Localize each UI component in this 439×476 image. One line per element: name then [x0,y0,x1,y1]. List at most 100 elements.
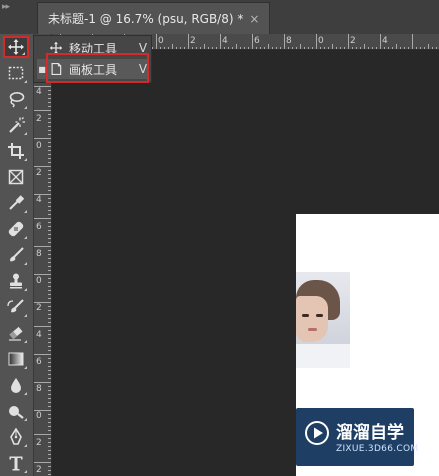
submenu-indicator [24,340,27,343]
watermark-title: 溜溜自学 [336,423,404,443]
type-icon [9,456,23,471]
watermark-subtitle: ZIXUE.3D66.COM [336,444,419,454]
play-logo-icon [305,421,329,445]
brush-tool[interactable] [3,244,29,266]
submenu-indicator [24,132,27,135]
artboard-icon [51,62,62,76]
submenu-indicator [24,236,27,239]
ruler-label: 8 [36,249,42,259]
stamp-icon [10,273,22,289]
submenu-indicator [24,366,27,369]
ruler-label: 0 [36,411,42,421]
ruler-label: 6 [36,222,42,232]
ruler-label: 4 [36,330,42,340]
lasso-tool[interactable] [3,88,29,110]
eyedropper-icon [9,195,25,210]
gradient-icon [8,352,24,366]
move-tool[interactable] [3,36,29,58]
crop-icon [8,143,24,159]
ruler-label: 8 [36,384,42,394]
submenu-indicator [24,158,27,161]
healing-brush-icon [8,221,24,237]
tool-flyout-menu: 移动工具 V ■ 画板工具 V [33,35,152,83]
flyout-item-shortcut: V [138,62,148,76]
watermark: 溜溜自学 ZIXUE.3D66.COM [296,408,418,466]
submenu-indicator [24,444,27,447]
submenu-indicator [24,288,27,291]
submenu-indicator [24,392,27,395]
submenu-indicator [24,106,27,109]
stamp-tool[interactable] [3,270,29,292]
portrait-face [296,296,328,342]
flyout-item-shortcut: V [138,41,148,55]
ruler-label: 0 [36,276,42,286]
flyout-item-move-tool[interactable]: 移动工具 V [37,38,149,58]
gradient-tool[interactable] [3,348,29,370]
history-brush-tool[interactable] [3,296,29,318]
ruler-label: 4 [36,195,42,205]
dodge-tool[interactable] [3,400,29,422]
ruler-label: 0 [36,141,42,151]
flyout-item-label: 画板工具 [69,62,118,77]
tools-panel [0,34,34,476]
ruler-label: 0 [318,36,324,46]
frame-tool[interactable] [3,166,29,188]
ruler-label: 2 [350,36,356,46]
submenu-indicator [22,52,25,55]
ruler-label: 6 [36,357,42,367]
vertical-ruler-ticks: 6420246802468022 [34,50,51,475]
submenu-indicator [24,470,27,473]
panel-collapse-toggle[interactable]: ▸▸ [2,2,10,12]
ruler-label: 2 [36,465,42,475]
frame-icon [8,169,24,185]
ruler-label: 2 [36,114,42,124]
selected-marker: ■ [38,64,46,74]
blur-tool[interactable] [3,374,29,396]
submenu-indicator [24,210,27,213]
ruler-label: 4 [36,87,42,97]
ruler-label: 4 [222,36,228,46]
portrait-eye [316,314,323,317]
eraser-tool[interactable] [3,322,29,344]
ruler-label: 0 [158,36,164,46]
portrait-shirt [296,344,350,368]
lasso-icon [9,92,25,108]
submenu-indicator [24,418,27,421]
rect-marquee-icon [8,66,24,80]
submenu-indicator [24,314,27,317]
ruler-label: 8 [286,36,292,46]
magic-wand-tool[interactable] [3,114,29,136]
crop-tool[interactable] [3,140,29,162]
history-brush-icon [7,299,24,313]
vertical-ruler[interactable]: 6420246802468022 [34,50,52,476]
eraser-icon [9,326,23,341]
brush-icon [10,247,24,262]
move-icon [49,41,63,55]
ruler-label: 2 [36,438,42,448]
eyedropper-tool[interactable] [3,192,29,214]
magic-wand-icon [9,117,25,133]
pen-tool[interactable] [3,426,29,448]
document-tab[interactable]: 未标题-1 @ 16.7% (psu, RGB/8) * × [37,2,271,34]
ruler-label: 6 [254,36,260,46]
flyout-item-artboard-tool[interactable]: ■ 画板工具 V [37,59,149,79]
flyout-item-label: 移动工具 [69,41,118,56]
portrait-photo [296,272,350,368]
blur-icon [11,378,21,393]
rect-marquee-tool[interactable] [3,62,29,84]
canvas-area[interactable]: 溜溜自学 ZIXUE.3D66.COM [52,50,439,476]
submenu-indicator [24,80,27,83]
ruler-label: 2 [36,303,42,313]
type-tool[interactable] [3,452,29,474]
document-canvas[interactable]: 溜溜自学 ZIXUE.3D66.COM [296,214,439,476]
ruler-label: 4 [382,36,388,46]
portrait-mouth [308,328,317,331]
close-icon[interactable]: × [249,12,259,26]
healing-brush-tool[interactable] [3,218,29,240]
portrait-eye [302,314,309,317]
document-tab-title: 未标题-1 @ 16.7% (psu, RGB/8) * [48,12,244,26]
ruler-label: 2 [36,168,42,178]
ruler-label: 2 [190,36,196,46]
submenu-indicator [24,262,27,265]
pen-icon [10,428,22,445]
